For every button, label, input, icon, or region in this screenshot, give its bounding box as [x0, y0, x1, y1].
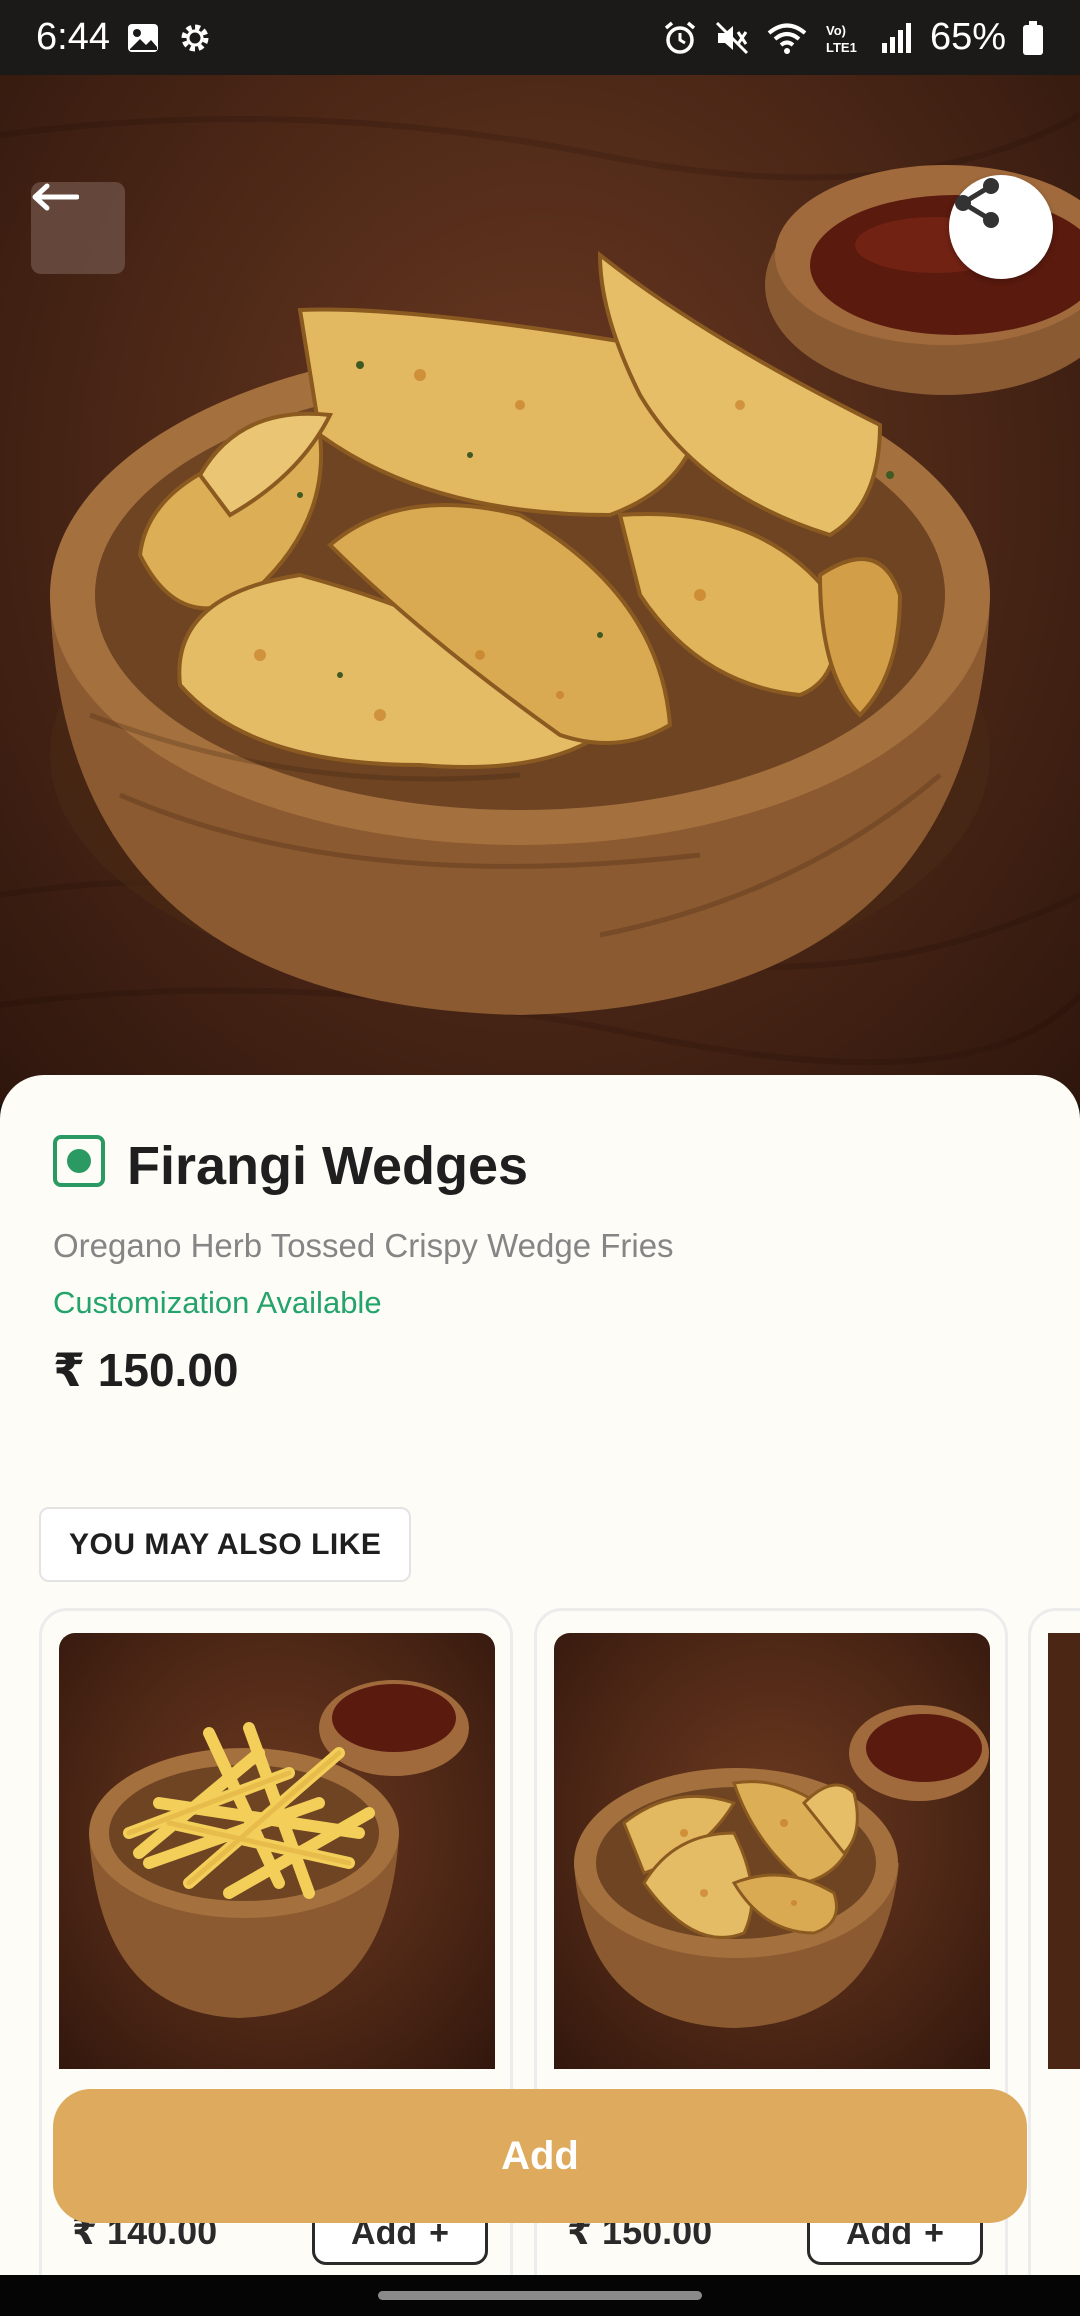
wedges-image — [554, 1633, 990, 2069]
veg-icon — [53, 1135, 105, 1187]
partial-card-image — [1048, 1633, 1080, 2069]
add-to-cart-button[interactable]: Add — [53, 2089, 1027, 2223]
item-price: ₹ 150.00 — [53, 1344, 239, 1396]
back-button[interactable] — [31, 182, 125, 274]
crinkle-fries-image — [59, 1633, 495, 2069]
status-time: 6:44 — [36, 16, 110, 58]
home-gesture-handle[interactable] — [378, 2291, 702, 2300]
settings-gear-icon — [176, 19, 214, 57]
battery-icon — [1022, 20, 1044, 56]
signal-icon — [880, 21, 914, 55]
mute-icon — [714, 20, 750, 56]
svg-text:Vo): Vo) — [826, 23, 846, 38]
wifi-icon — [766, 21, 808, 55]
recommendation-card-partial[interactable] — [1028, 1608, 1080, 2316]
volte-icon: Vo) LTE1 — [824, 21, 864, 55]
hero-illustration — [0, 112, 1080, 1066]
share-button[interactable] — [949, 175, 1053, 279]
svg-text:LTE1: LTE1 — [826, 40, 857, 55]
alarm-icon — [662, 20, 698, 56]
item-title: Firangi Wedges — [127, 1136, 529, 1196]
status-left: 6:44 — [36, 16, 214, 59]
customization-available-label[interactable]: Customization Available — [53, 1285, 382, 1321]
item-description: Oregano Herb Tossed Crispy Wedge Fries — [53, 1227, 674, 1264]
you-may-also-like-heading: YOU MAY ALSO LIKE — [39, 1507, 412, 1582]
gallery-icon — [126, 21, 160, 55]
battery-percent: 65% — [929, 16, 1006, 58]
veg-dot — [67, 1149, 91, 1173]
hero-food-image — [0, 75, 1080, 1105]
status-bar: 6:44 Vo) LTE1 65% — [0, 0, 1080, 75]
status-right: Vo) LTE1 65% — [662, 16, 1044, 59]
